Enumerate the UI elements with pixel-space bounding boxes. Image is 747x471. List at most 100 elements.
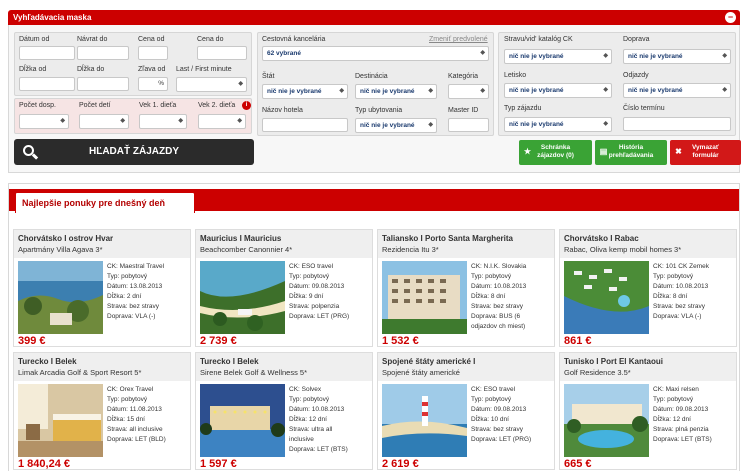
offer-type: Typ: pobytový	[107, 273, 148, 280]
limak-room-photo[interactable]	[18, 384, 103, 457]
master-id-input[interactable]	[448, 118, 489, 132]
offer-price[interactable]: 2 739 €	[200, 335, 237, 346]
usa-coast-photo[interactable]	[382, 384, 467, 457]
offer-card[interactable]: Taliansko I Porto Santa Margherita Rezide…	[377, 229, 555, 347]
date-from-input[interactable]	[19, 46, 75, 60]
transport-select[interactable]: nič nie je vybrané ◆	[623, 49, 731, 64]
offer-price[interactable]: 1 597 €	[200, 458, 237, 469]
offer-date: Dátum: 09.08.2013	[471, 406, 527, 413]
offer-board: Strava: bez stravy	[653, 303, 706, 310]
offer-board: Strava: bez stravy	[471, 426, 524, 433]
offer-type: Typ: pobytový	[653, 273, 694, 280]
discount-percent-input[interactable]: %	[138, 77, 168, 91]
price-from-input[interactable]	[138, 46, 168, 60]
offer-price[interactable]: 2 619 €	[382, 458, 419, 469]
offer-details: CK: 101 CK Zemek Typ: pobytový Dátum: 10.0…	[653, 262, 709, 322]
offer-title[interactable]: Chorvátsko I ostrov Hvar	[18, 234, 113, 243]
offer-title[interactable]: Turecko I Belek	[18, 357, 77, 366]
return-to-input[interactable]	[77, 46, 129, 60]
offer-title[interactable]: Mauricius I Mauricius	[200, 234, 281, 243]
offer-title[interactable]: Tunisko I Port El Kantaoui	[564, 357, 663, 366]
offer-title[interactable]: Chorvátsko I Rabac	[564, 234, 639, 243]
last-first-minute-select[interactable]: ◆	[176, 77, 247, 92]
length-from-input[interactable]	[19, 77, 75, 91]
offer-details: CK: Maxi relsen Typ: pobytový Dátum: 09.08…	[653, 385, 712, 445]
airport-select[interactable]: nič nie je vybrané ◆	[504, 83, 612, 98]
offer-agency: CK: Solvex	[289, 386, 322, 393]
country-select[interactable]: nič nie je vybrané ◆	[262, 84, 348, 99]
destination-panel: Cestovná kancelária Zmeniť predvolené 62…	[257, 32, 494, 136]
people-panel: Počet dosp. ◆ Počet detí ◆ Vek 1. dieťa …	[14, 98, 252, 134]
catalog-select[interactable]: nič nie je vybrané ◆	[504, 49, 612, 64]
offer-length: Dĺžka: 9 dní	[289, 293, 324, 300]
mauritius-photo[interactable]	[200, 261, 285, 334]
trip-type-select[interactable]: nič nie je vybrané ◆	[504, 117, 612, 132]
best-offers-tab[interactable]: Najlepšie ponuky pre dnešný deň	[15, 192, 195, 213]
offer-price[interactable]: 1 532 €	[382, 335, 419, 346]
offer-hotel[interactable]: Rabac, Oliva kemp mobil homes 3*	[564, 245, 681, 254]
offer-price[interactable]: 1 840,24 €	[18, 458, 70, 469]
search-trips-button[interactable]: HĽADAŤ ZÁJAZDY	[14, 139, 254, 165]
offer-hotel[interactable]: Limak Arcadia Golf & Sport Resort 5*	[18, 368, 141, 377]
offer-board: Strava: ultra all	[289, 426, 333, 433]
offer-hotel[interactable]: Spojené štáty americké	[382, 368, 460, 377]
offer-hotel[interactable]: Beachcomber Canonnier 4*	[200, 245, 292, 254]
search-history-button[interactable]: ▤ História prehľadávania	[595, 140, 667, 165]
offer-hotel[interactable]: Rezidencia Itu 3*	[382, 245, 439, 254]
star-icon: ★	[523, 147, 532, 156]
offer-price[interactable]: 665 €	[564, 458, 592, 469]
length-to-input[interactable]	[77, 77, 129, 91]
clear-form-button[interactable]: ✖ Vymazať formulár	[670, 140, 741, 165]
accommodation-type-label: Typ ubytovania	[355, 107, 403, 114]
offer-type: Typ: pobytový	[471, 273, 512, 280]
offer-hotel[interactable]: Apartmány Villa Agava 3*	[18, 245, 103, 254]
offer-details: CK: Maestral Travel Typ: pobytový Dátum: 1…	[107, 262, 164, 322]
wishlist-button[interactable]: ★ Schránka zájazdov (0)	[519, 140, 592, 165]
offer-hotel[interactable]: Sirene Belek Golf & Wellness 5*	[200, 368, 307, 377]
offer-card[interactable]: Mauricius I Mauricius Beachcomber Canonni…	[195, 229, 373, 347]
age-child1-select[interactable]: ◆	[139, 114, 187, 129]
agency-select[interactable]: 62 vybrané ◆	[262, 46, 489, 61]
offer-price[interactable]: 861 €	[564, 335, 592, 346]
destination-select[interactable]: nič nie je vybrané ◆	[355, 84, 437, 99]
age-child2-select[interactable]: ◆	[198, 114, 246, 129]
offer-hotel[interactable]: Golf Residence 3.5*	[564, 368, 631, 377]
offer-details: CK: Solvex Typ: pobytový Dátum: 10.08.2013…	[289, 385, 348, 455]
master-id-label: Master ID	[448, 107, 479, 114]
rabac-camp-photo[interactable]	[564, 261, 649, 334]
category-select[interactable]: ◆	[448, 84, 489, 99]
price-from-label: Cena od	[138, 36, 165, 43]
price-to-input[interactable]	[197, 46, 247, 60]
offer-title[interactable]: Taliansko I Porto Santa Margherita	[382, 234, 513, 243]
hvar-photo[interactable]	[18, 261, 103, 334]
italy-residence-photo[interactable]	[382, 261, 467, 334]
hotel-name-input[interactable]	[262, 118, 348, 132]
offer-length: Dĺžka: 2 dní	[107, 293, 142, 300]
offer-card[interactable]: Tunisko I Port El Kantaoui Golf Residence…	[559, 352, 737, 470]
offer-price[interactable]: 399 €	[18, 335, 46, 346]
offer-length: Dĺžka: 12 dní	[653, 416, 691, 423]
airport-label: Letisko	[504, 72, 527, 79]
collapse-icon[interactable]: −	[725, 12, 736, 23]
adults-select[interactable]: ◆	[19, 114, 69, 129]
accommodation-type-select[interactable]: nič nie je vybrané ◆	[355, 118, 437, 133]
offer-card[interactable]: Chorvátsko I Rabac Rabac, Oliva kemp mobi…	[559, 229, 737, 347]
departures-label: Odjazdy	[623, 72, 649, 79]
departures-select[interactable]: nič nie je vybrané ◆	[623, 83, 731, 98]
children-select[interactable]: ◆	[79, 114, 129, 129]
offer-card[interactable]: Spojené štáty americké I Spojené štáty am…	[377, 352, 555, 470]
offer-card[interactable]: Chorvátsko I ostrov Hvar Apartmány Villa …	[13, 229, 191, 347]
offer-details: CK: Orex Travel Typ: pobytový Dátum: 11.08…	[107, 385, 166, 445]
offer-title[interactable]: Spojené štáty americké I	[382, 357, 475, 366]
reset-defaults-link[interactable]: Zmeniť predvolené	[429, 36, 488, 43]
offer-card[interactable]: Turecko I Belek Limak Arcadia Golf & Spor…	[13, 352, 191, 470]
info-icon[interactable]: i	[242, 101, 251, 110]
term-number-input[interactable]	[623, 117, 731, 131]
search-trips-label: HĽADAŤ ZÁJAZDY	[89, 146, 179, 157]
tunisia-resort-photo[interactable]	[564, 384, 649, 457]
adults-label: Počet dosp.	[19, 102, 56, 109]
offer-title[interactable]: Turecko I Belek	[200, 357, 259, 366]
last-first-minute-label: Last / First minute	[176, 66, 232, 73]
offer-card[interactable]: Turecko I Belek Sirene Belek Golf & Welln…	[195, 352, 373, 470]
sirene-resort-photo[interactable]	[200, 384, 285, 457]
